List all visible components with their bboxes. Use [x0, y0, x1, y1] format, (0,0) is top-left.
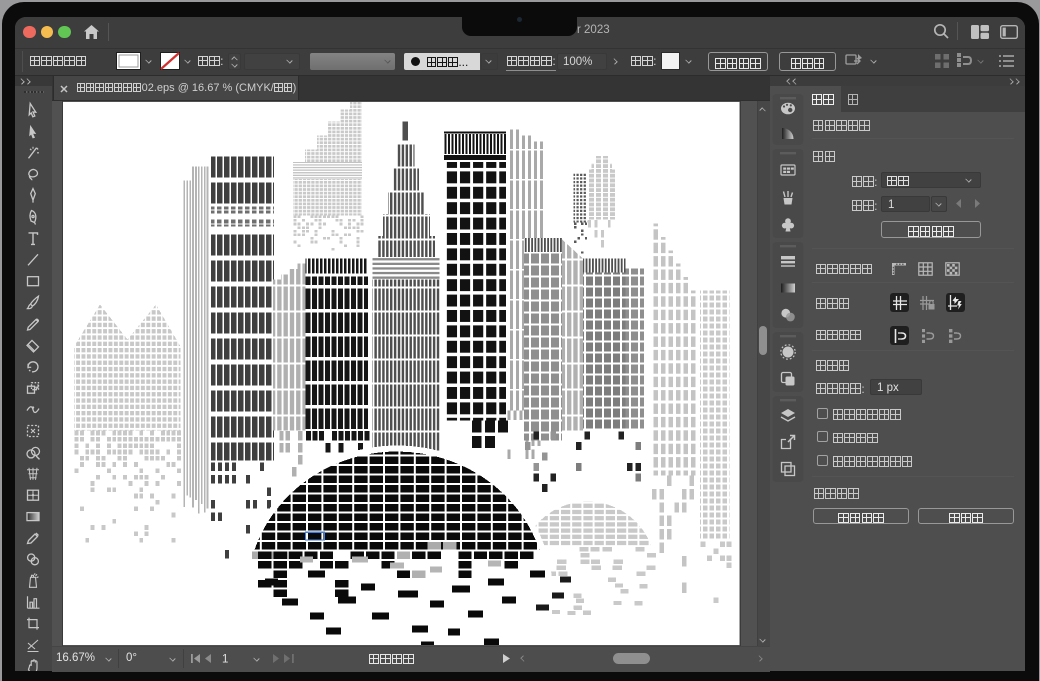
svg-text:1: 1 [222, 654, 228, 664]
